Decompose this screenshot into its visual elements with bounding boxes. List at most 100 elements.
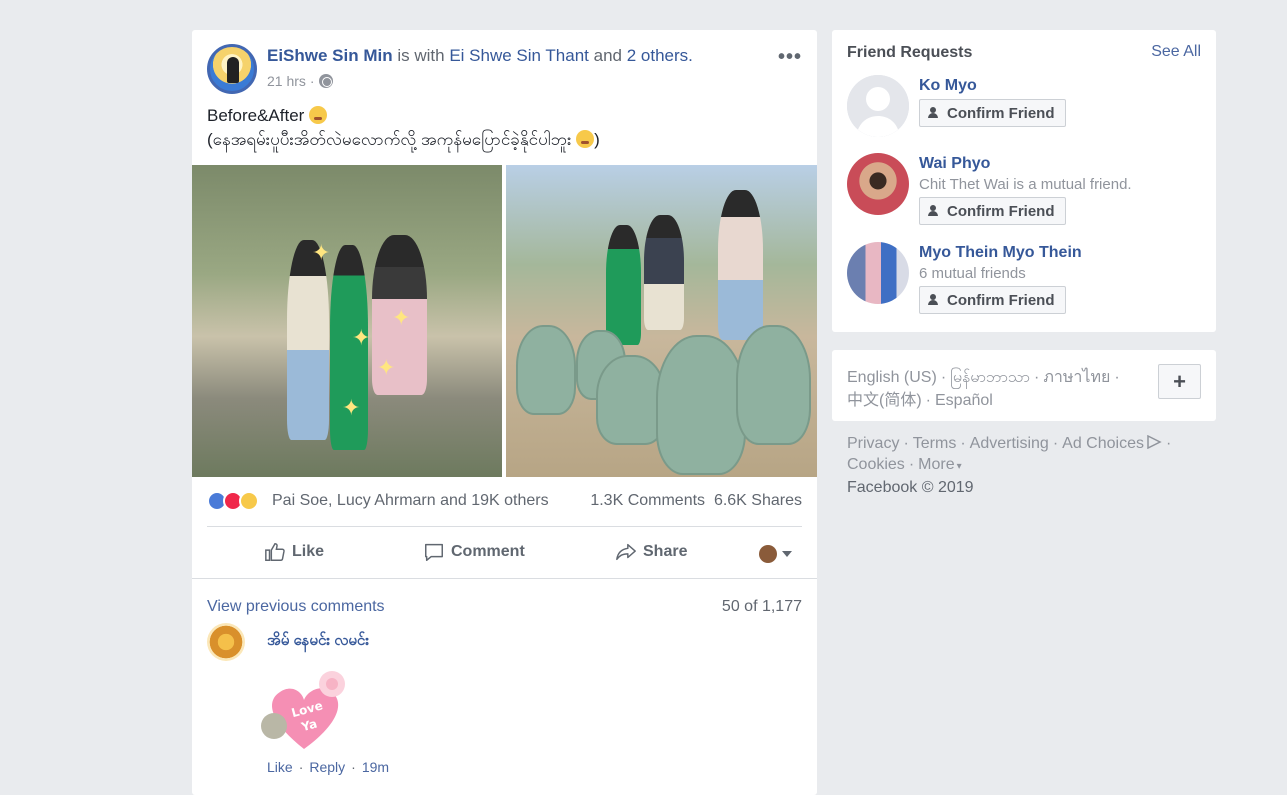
meta-separator: ·: [309, 73, 315, 89]
post-text-line-1: Before&After: [207, 104, 600, 128]
comment-bubble-icon: [425, 543, 443, 561]
sparkle-decoration: ✦: [352, 325, 371, 350]
thumbs-up-icon: [265, 543, 285, 561]
audience-avatar[interactable]: [759, 545, 777, 563]
page-footer: Privacy · Terms · Advertising · Ad Choices · Co…: [847, 433, 1207, 498]
wow-reaction-icon: [239, 491, 259, 511]
language-selector: English (US) · မြန်မာဘာသာ · ภาษาไทย · 中文(简体) ·…: [832, 350, 1216, 421]
confirm-friend-button[interactable]: Confirm Friend: [919, 99, 1066, 127]
friend-avatar[interactable]: [847, 75, 909, 137]
default-user-icon: [847, 75, 909, 137]
language-link-thai[interactable]: ภาษาไทย: [1043, 369, 1110, 386]
lang-separator: ·: [1034, 369, 1040, 386]
comment-action-separator: ·: [298, 759, 304, 775]
share-label: Share: [643, 543, 688, 560]
footer-link-more[interactable]: More: [918, 456, 954, 473]
comments-position: 50 of 1,177: [721, 598, 802, 615]
footer-link-cookies[interactable]: Cookies: [847, 456, 905, 473]
footer-link-ad-choices[interactable]: Ad Choices: [1062, 435, 1144, 452]
reactions-bar: Pai Soe, Lucy Ahrmarn and 19K others 1.3…: [207, 489, 802, 517]
friend-requests-title: Friend Requests: [847, 44, 973, 61]
friend-avatar[interactable]: [847, 242, 909, 304]
share-arrow-icon: [616, 543, 636, 561]
like-button[interactable]: Like: [264, 541, 324, 563]
language-line-2: 中文(简体) · Español: [847, 386, 993, 410]
reaction-icons[interactable]: [207, 491, 259, 511]
globe-icon[interactable]: [318, 74, 333, 88]
language-link-chinese[interactable]: 中文(简体): [847, 392, 922, 409]
after-photo[interactable]: [506, 165, 817, 477]
commenter-name-link[interactable]: အိမ် နေမင်း လမင်း: [267, 631, 369, 653]
before-photo[interactable]: ✦ ✦ ✦ ✦ ✦: [192, 165, 502, 477]
friend-name-link[interactable]: Wai Phyo: [919, 155, 990, 173]
view-previous-comments-link[interactable]: View previous comments: [207, 598, 385, 616]
sparkle-decoration: ✦: [342, 395, 361, 420]
like-label: Like: [292, 543, 325, 560]
see-all-link[interactable]: See All: [1151, 43, 1201, 61]
share-button[interactable]: Share: [615, 541, 687, 563]
post-time[interactable]: 21 hrs: [267, 73, 306, 89]
sparkle-decoration: ✦: [312, 240, 331, 265]
footer-separator: ·: [903, 435, 909, 452]
person-figure: [644, 215, 684, 330]
footer-link-advertising[interactable]: Advertising: [970, 435, 1049, 452]
footer-separator: ·: [908, 456, 915, 473]
comments-count-link[interactable]: 1.3K Comments: [590, 492, 705, 509]
comment-label: Comment: [451, 543, 525, 560]
add-friend-icon: [928, 107, 942, 119]
confirm-friend-label: Confirm Friend: [947, 291, 1055, 309]
shares-count-link[interactable]: 6.6K Shares: [714, 492, 802, 509]
comment-time-link[interactable]: 19m: [362, 759, 389, 775]
friend-requests-panel: Friend Requests See All Ko Myo Confirm F…: [832, 30, 1216, 332]
reaction-names[interactable]: Pai Soe, Lucy Ahrmarn and 19K others: [272, 492, 549, 510]
person-figure: [606, 225, 641, 345]
garbage-bag: [656, 335, 746, 475]
chevron-down-icon[interactable]: [782, 551, 792, 557]
comment-action-separator: ·: [351, 759, 356, 775]
footer-link-terms[interactable]: Terms: [913, 435, 957, 452]
author-name-link[interactable]: EiShwe Sin Min: [267, 46, 393, 65]
confirm-friend-label: Confirm Friend: [947, 104, 1055, 122]
and-text: and: [593, 46, 622, 65]
lang-separator: ·: [1114, 369, 1120, 386]
friend-name-link[interactable]: Myo Thein Myo Thein: [919, 244, 1082, 262]
comment-like-link[interactable]: Like: [267, 759, 293, 775]
smile-emoji-icon: [309, 106, 328, 124]
lang-separator: ·: [925, 392, 931, 409]
comment-actions: Like · Reply · 19m: [267, 759, 389, 775]
friend-avatar[interactable]: [847, 153, 909, 215]
ad-choices-icon[interactable]: [1146, 434, 1162, 450]
comment-reply-link[interactable]: Reply: [309, 759, 345, 775]
tagged-friend-link[interactable]: Ei Shwe Sin Thant: [449, 46, 589, 65]
friend-name-link[interactable]: Ko Myo: [919, 77, 977, 95]
add-friend-icon: [928, 205, 942, 217]
tagged-others-link[interactable]: 2 others.: [627, 46, 693, 65]
language-link-burmese[interactable]: မြန်မာဘာသာ: [950, 369, 1030, 386]
footer-separator: ·: [1052, 435, 1059, 452]
post-text-content-2: (နေအရမ်းပူပီးအိတ်လဲမလောက်လို့ အကုန်မပြော…: [207, 130, 572, 149]
post-text-line-2: (နေအရမ်းပူပီးအိတ်လဲမလောက်လို့ အကုန်မပြော…: [207, 128, 600, 152]
friend-request-item: Ko Myo Confirm Friend: [847, 75, 1201, 145]
post-options-icon[interactable]: •••: [778, 46, 802, 69]
footer-link-privacy[interactable]: Privacy: [847, 435, 899, 452]
sparkle-decoration: ✦: [392, 305, 411, 330]
commenter-avatar[interactable]: [207, 623, 245, 661]
confirm-friend-button[interactable]: Confirm Friend: [919, 286, 1066, 314]
language-link-english[interactable]: English (US): [847, 369, 937, 386]
chevron-down-icon[interactable]: ▾: [957, 461, 962, 472]
love-sticker: Love Ya: [261, 671, 345, 749]
confirm-friend-button[interactable]: Confirm Friend: [919, 197, 1066, 225]
language-link-spanish[interactable]: Español: [935, 392, 993, 409]
sad-emoji-icon: [576, 130, 595, 148]
person-figure: [287, 240, 329, 440]
post-card: EiShwe Sin Min is with Ei Shwe Sin Thant…: [192, 30, 817, 795]
garbage-bag: [736, 325, 811, 445]
post-actions: Like Comment Share: [207, 535, 802, 571]
comment-button[interactable]: Comment: [423, 541, 525, 563]
add-language-button[interactable]: +: [1158, 364, 1201, 399]
with-text: is with: [397, 46, 445, 65]
post-text-end: ): [594, 130, 600, 149]
person-figure: [718, 190, 763, 340]
author-avatar[interactable]: [207, 44, 257, 94]
mutual-friend-text: Chit Thet Wai is a mutual friend.: [919, 176, 1132, 193]
